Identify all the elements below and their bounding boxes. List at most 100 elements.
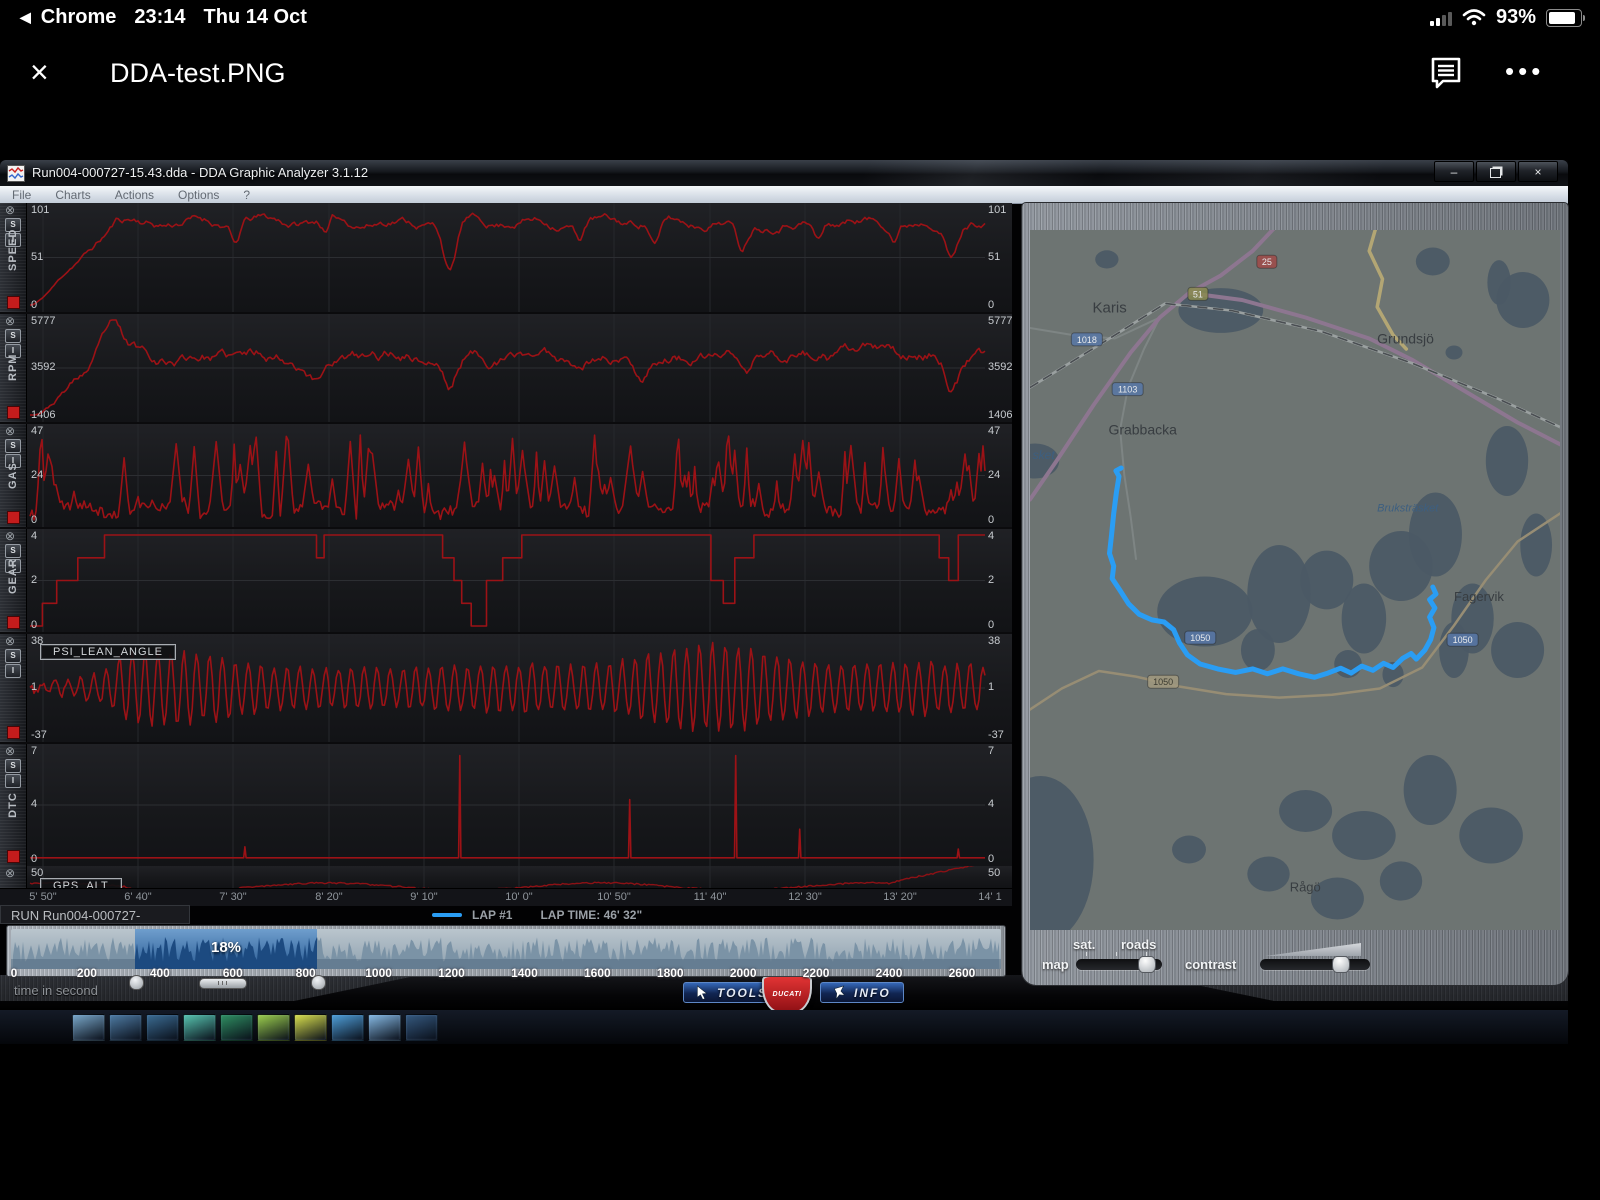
selection-end-handle[interactable] — [311, 975, 326, 990]
strip-s-button[interactable]: S — [5, 649, 21, 663]
map-place-label: sket — [1033, 448, 1056, 462]
strip-s-button[interactable]: S — [5, 759, 21, 773]
ios-status-bar: ◀ Chrome 23:14 Thu 14 Oct 93% — [0, 0, 1600, 40]
strip-close-icon[interactable]: ⊗ — [5, 424, 15, 438]
strip-close-icon[interactable]: ⊗ — [5, 634, 15, 648]
time-tick: 10' 50" — [597, 891, 631, 903]
taskbar-icon[interactable] — [257, 1014, 290, 1041]
map-mode-slider-thumb[interactable] — [1138, 956, 1156, 973]
menu-help[interactable]: ? — [231, 188, 262, 202]
time-tick: 6' 40" — [124, 891, 151, 903]
lap-legend: LAP #1 LAP TIME: 46' 32" — [432, 908, 642, 922]
app-icon — [7, 165, 25, 182]
strip-close-icon[interactable]: ⊗ — [5, 744, 15, 758]
channel-name-box[interactable]: PSI_LEAN_ANGLE — [40, 644, 176, 660]
time-tick: 11' 40" — [694, 891, 727, 903]
taskbar-icon[interactable] — [72, 1014, 105, 1041]
taskbar-icon[interactable] — [368, 1014, 401, 1041]
menu-actions[interactable]: Actions — [103, 188, 166, 202]
timeline-scrubber[interactable]: 18%0200400600800100012001400160018002000… — [6, 925, 1006, 977]
axis-value: 0 — [988, 853, 994, 865]
restore-button[interactable] — [1476, 161, 1516, 182]
strip-color-swatch — [7, 406, 20, 419]
map-view[interactable]: 255110181103105010501050KarisGrundsjöGra… — [1030, 230, 1560, 930]
window-titlebar[interactable]: Run004-000727-15.43.dda - DDA Graphic An… — [0, 160, 1568, 186]
axis-value: 0 — [31, 619, 37, 631]
axis-value: 0 — [988, 299, 994, 311]
menu-file[interactable]: File — [0, 188, 43, 202]
strip-rail: ⊗SISPEED — [0, 203, 27, 312]
info-button[interactable]: INFO — [820, 982, 904, 1003]
close-icon[interactable]: × — [30, 54, 49, 91]
strip-s-button[interactable]: S — [5, 329, 21, 343]
time-axis: 5' 50"6' 40"7' 30"8' 20"9' 10"10' 0"10' … — [0, 888, 1012, 906]
strip-close-icon[interactable]: ⊗ — [5, 314, 15, 328]
taskbar-icon[interactable] — [146, 1014, 179, 1041]
axis-value: 47 — [31, 425, 43, 437]
taskbar-icon[interactable] — [109, 1014, 142, 1041]
contrast-slider[interactable] — [1260, 959, 1370, 970]
menu-bar: FileChartsActionsOptions? — [0, 186, 1568, 204]
axis-value: 101 — [31, 204, 49, 216]
strip-close-icon[interactable]: ⊗ — [5, 203, 15, 217]
map-place-label: Karis — [1093, 300, 1127, 317]
menu-charts[interactable]: Charts — [43, 188, 102, 202]
axis-value: 38 — [988, 635, 1000, 647]
chart-strip-gps_alt: ⊗5050GPS_ALT — [0, 866, 1012, 888]
comment-icon[interactable] — [1428, 56, 1464, 95]
taskbar-icon[interactable] — [331, 1014, 364, 1041]
strip-close-icon[interactable]: ⊗ — [5, 529, 15, 543]
minimize-button[interactable]: – — [1434, 161, 1474, 182]
axis-value: 47 — [988, 425, 1000, 437]
axis-value: 2 — [988, 574, 994, 586]
axis-value: 4 — [988, 530, 994, 542]
axis-value: 24 — [988, 469, 1000, 481]
back-to-app-icon[interactable]: ◀ — [20, 9, 31, 26]
lap-label: LAP #1 — [472, 908, 512, 922]
strip-i-button[interactable]: I — [5, 664, 21, 678]
battery-icon — [1546, 9, 1582, 27]
map-place-label: Rågö — [1290, 880, 1321, 895]
menu-options[interactable]: Options — [166, 188, 231, 202]
strip-close-icon[interactable]: ⊗ — [5, 866, 15, 880]
strip-axis-label: SPEED — [7, 245, 19, 271]
strip-s-button[interactable]: S — [5, 439, 21, 453]
taskbar-icon[interactable] — [183, 1014, 216, 1041]
axis-value: 1406 — [988, 409, 1012, 421]
battery-percent: 93% — [1496, 6, 1536, 29]
map-place-label: Fagervik — [1454, 589, 1504, 604]
timeline-scale-value: 2600 — [949, 966, 976, 980]
map-label: map — [1042, 957, 1069, 972]
selection-drag-handle[interactable] — [199, 978, 247, 989]
strip-i-button[interactable]: I — [5, 774, 21, 788]
strip-axis-label: DTC — [7, 792, 19, 818]
axis-value: 0 — [988, 619, 994, 631]
map-panel: 255110181103105010501050KarisGrundsjöGra… — [1022, 203, 1568, 985]
map-place-label: Bruksträsket — [1377, 502, 1439, 514]
axis-value: 4 — [31, 530, 37, 542]
strip-color-swatch — [7, 616, 20, 629]
timeline-scale-value: 2400 — [876, 966, 903, 980]
chart-strip-dtc: ⊗SIDTC774400 — [0, 744, 1012, 866]
strip-axis-label: RPM — [7, 355, 19, 381]
selection-start-handle[interactable] — [129, 975, 144, 990]
close-button[interactable]: × — [1518, 161, 1558, 182]
window-title: Run004-000727-15.43.dda - DDA Graphic An… — [32, 160, 368, 186]
taskbar-icon[interactable] — [405, 1014, 438, 1041]
axis-value: 2 — [31, 574, 37, 586]
axis-value: 1 — [31, 681, 37, 693]
timeline-scale-value: 2200 — [803, 966, 830, 980]
contrast-slider-thumb[interactable] — [1332, 956, 1350, 973]
taskbar-icon[interactable] — [294, 1014, 327, 1041]
map-mode-slider[interactable] — [1076, 959, 1162, 970]
screen: ◀ Chrome 23:14 Thu 14 Oct 93% × DDA-test… — [0, 0, 1600, 1200]
more-options-icon[interactable]: ••• — [1505, 56, 1544, 87]
contrast-wedge — [1265, 943, 1361, 956]
back-to-app-label[interactable]: Chrome — [41, 6, 117, 29]
taskbar-icon[interactable] — [220, 1014, 253, 1041]
strip-s-button[interactable]: S — [5, 544, 21, 558]
timeline-waveform[interactable]: 18% — [11, 929, 1001, 969]
channel-name-box[interactable]: GPS_ALT — [40, 878, 122, 888]
dda-app-window: Run004-000727-15.43.dda - DDA Graphic An… — [0, 160, 1568, 1010]
axis-value: 0 — [31, 514, 37, 526]
